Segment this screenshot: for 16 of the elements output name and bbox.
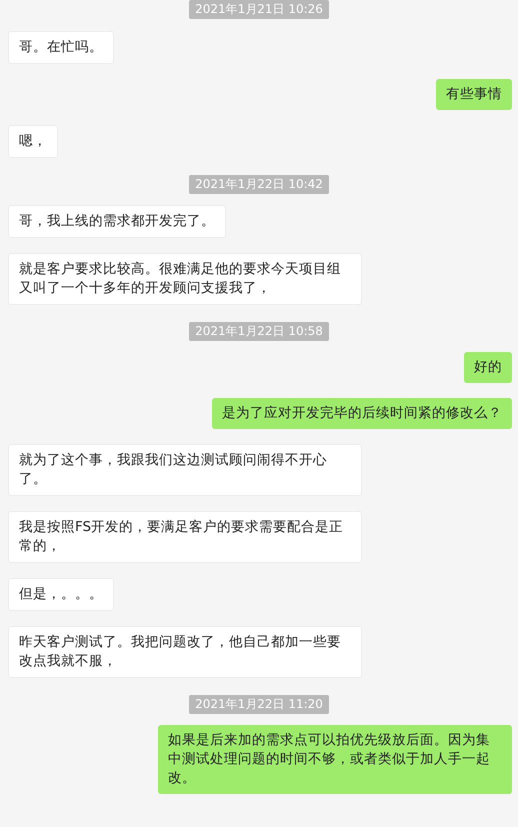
received-message: 但是，。。。 [8, 578, 114, 611]
received-message: 就是客户要求比较高。很难满足他的要求今天项目组又叫了一个十多年的开发顾问支援我了， [8, 253, 362, 305]
received-message: 嗯， [8, 125, 58, 158]
sent-message: 好的 [464, 352, 512, 383]
sent-message: 如果是后来加的需求点可以拍优先级放后面。因为集中测试处理问题的时间不够，或者类似于加人手一起改。 [158, 725, 512, 794]
received-message: 哥，我上线的需求都开发完了。 [8, 205, 226, 238]
timestamp: 2021年1月22日 11:20 [189, 695, 329, 714]
timestamp: 2021年1月22日 10:42 [189, 175, 329, 194]
received-message: 我是按照FS开发的，要满足客户的要求需要配合是正常的， [8, 511, 362, 563]
received-message: 就为了这个事，我跟我们这边测试顾问闹得不开心了。 [8, 444, 362, 496]
received-message: 哥。在忙吗。 [8, 31, 114, 64]
timestamp: 2021年1月21日 10:26 [189, 0, 329, 19]
received-message: 昨天客户测试了。我把问题改了，他自己都加一些要改点我就不服， [8, 626, 362, 678]
sent-message: 有些事情 [436, 79, 512, 110]
timestamp: 2021年1月22日 10:58 [189, 322, 329, 341]
sent-message: 是为了应对开发完毕的后续时间紧的修改么？ [212, 398, 512, 429]
